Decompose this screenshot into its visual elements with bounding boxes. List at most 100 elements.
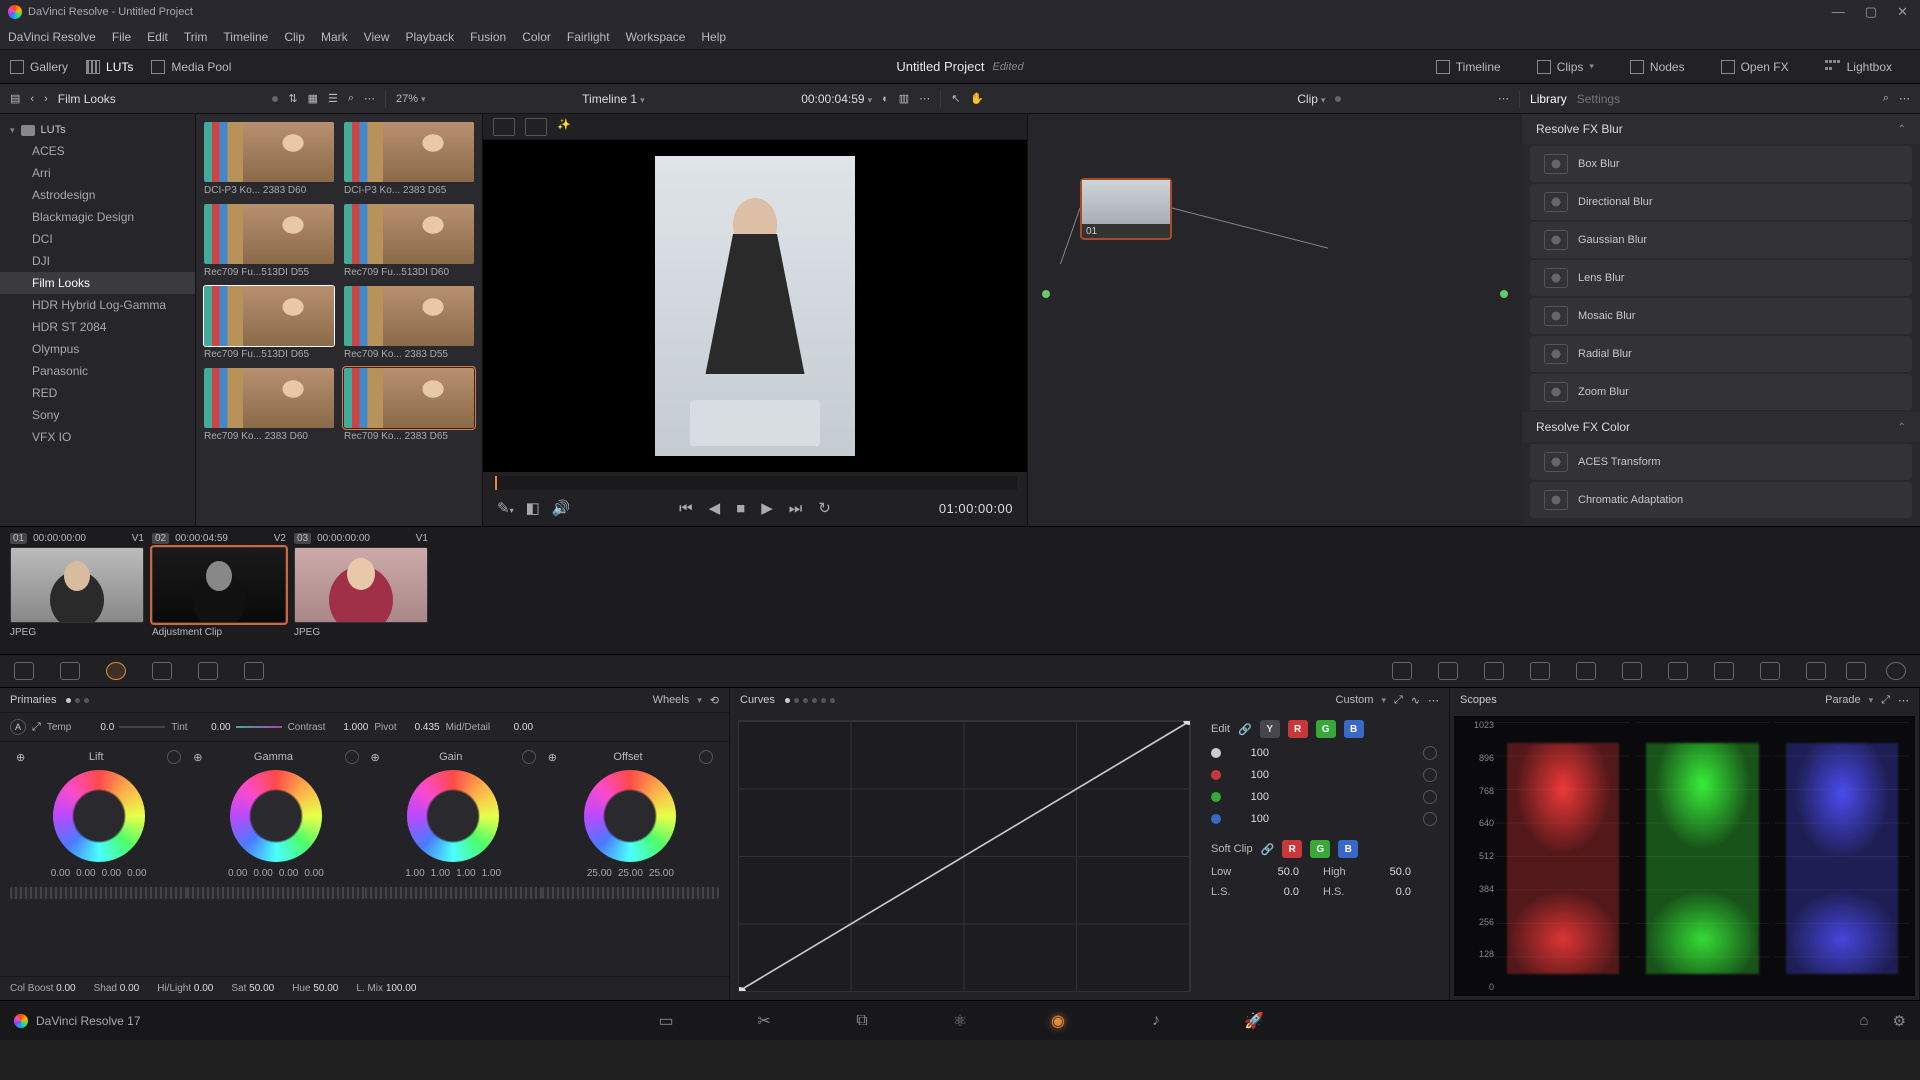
luts-folder-vfx-io[interactable]: VFX IO	[0, 426, 195, 448]
luts-root-folder[interactable]: LUTs	[0, 120, 195, 140]
stop-button[interactable]: ■	[736, 500, 745, 517]
palette-blur[interactable]	[1668, 662, 1688, 680]
global-hilight[interactable]: Hi/Light 0.00	[157, 983, 223, 994]
menu-clip[interactable]: Clip	[284, 30, 305, 44]
palette-qualifier[interactable]	[1484, 662, 1504, 680]
viewer-overlay-button-1[interactable]	[493, 118, 515, 136]
pointer-tool[interactable]: ↖	[951, 92, 960, 105]
grid-view-icon[interactable]: ▦	[308, 92, 318, 105]
project-settings-button[interactable]: ⚙	[1893, 1012, 1906, 1030]
node-options-icon[interactable]: ⋯	[1498, 92, 1509, 105]
wheel-reset-offset[interactable]	[699, 750, 713, 764]
palette-curves[interactable]	[1392, 662, 1412, 680]
menu-color[interactable]: Color	[522, 30, 551, 44]
global-lmix[interactable]: L. Mix 100.00	[356, 983, 426, 994]
page-color[interactable]: ◉	[1045, 1010, 1071, 1032]
palette-rgb-mixer[interactable]	[198, 662, 218, 680]
fx-radial-blur[interactable]: Radial Blur	[1530, 336, 1912, 372]
softclip-link-icon[interactable]: 🔗	[1261, 843, 1275, 856]
nav-back-button[interactable]: ‹	[30, 93, 34, 105]
global-shad[interactable]: Shad 0.00	[94, 983, 150, 994]
nav-fwd-button[interactable]: ›	[44, 93, 48, 105]
palette-motion[interactable]	[244, 662, 264, 680]
curves-expand-icon[interactable]: ⤢	[1394, 694, 1403, 707]
palette-color-match[interactable]	[60, 662, 80, 680]
curves-ch-g[interactable]: G	[1316, 720, 1336, 738]
openfx-button[interactable]: Open FX	[1721, 60, 1789, 74]
palette-scopes[interactable]	[1846, 662, 1866, 680]
softclip-r[interactable]: R	[1282, 840, 1302, 858]
loop-button[interactable]: ↻	[818, 499, 831, 517]
browser-options-icon[interactable]: ⋯	[364, 92, 375, 105]
pick-white-icon[interactable]: ⤢	[32, 721, 41, 734]
luts-folder-aces[interactable]: ACES	[0, 140, 195, 162]
wheel-jog-gamma[interactable]	[187, 887, 364, 899]
page-deliver[interactable]: 🚀	[1241, 1010, 1267, 1032]
luts-folder-blackmagic-design[interactable]: Blackmagic Design	[0, 206, 195, 228]
lut-thumb-2[interactable]: Rec709 Fu...513DI D55	[204, 204, 334, 278]
corrector-node-01[interactable]: 01	[1080, 178, 1172, 240]
fx-aces-transform[interactable]: ACES Transform	[1530, 444, 1912, 480]
menu-view[interactable]: View	[364, 30, 390, 44]
luts-button[interactable]: LUTs	[86, 60, 133, 74]
wheel-picker-lift[interactable]: ⊕	[16, 751, 25, 764]
menu-mark[interactable]: Mark	[321, 30, 348, 44]
nodes-button[interactable]: Nodes	[1630, 60, 1685, 74]
luts-folder-film-looks[interactable]: Film Looks	[0, 272, 195, 294]
lut-thumb-4[interactable]: Rec709 Fu...513DI D65	[204, 286, 334, 360]
fx-zoom-blur[interactable]: Zoom Blur	[1530, 374, 1912, 410]
palette-info[interactable]	[1886, 662, 1906, 680]
hand-tool[interactable]: ✋	[970, 92, 984, 105]
lightbox-button[interactable]: Lightbox	[1825, 60, 1892, 74]
viewer-overlay-button-2[interactable]	[525, 118, 547, 136]
luts-folder-panasonic[interactable]: Panasonic	[0, 360, 195, 382]
clip-03[interactable]: 0300:00:00:00V1JPEG	[294, 533, 428, 648]
page-fusion[interactable]: ⚛	[947, 1010, 973, 1032]
split-icon[interactable]: ▥	[899, 92, 909, 105]
page-fairlight[interactable]: ♪	[1143, 1010, 1169, 1032]
adj-pivot[interactable]: Pivot0.435	[374, 722, 439, 733]
maximize-button[interactable]: ▢	[1861, 4, 1881, 20]
luts-folder-hdr-hybrid-log-gamma[interactable]: HDR Hybrid Log-Gamma	[0, 294, 195, 316]
luts-folder-red[interactable]: RED	[0, 382, 195, 404]
luts-folder-dci[interactable]: DCI	[0, 228, 195, 250]
palette-warper[interactable]	[1438, 662, 1458, 680]
fx-category-color[interactable]: Resolve FX Color⌃	[1522, 412, 1920, 442]
page-cut[interactable]: ✂	[751, 1010, 777, 1032]
softclip-b[interactable]: B	[1338, 840, 1358, 858]
fx-mosaic-blur[interactable]: Mosaic Blur	[1530, 298, 1912, 334]
luts-folder-sony[interactable]: Sony	[0, 404, 195, 426]
palette-magic-mask[interactable]	[1622, 662, 1642, 680]
wheel-jog-offset[interactable]	[542, 887, 719, 899]
palette-primaries[interactable]	[106, 662, 126, 680]
fx-lens-blur[interactable]: Lens Blur	[1530, 260, 1912, 296]
settings-tab[interactable]: Settings	[1577, 92, 1620, 106]
scopes-mode[interactable]: Parade	[1825, 694, 1860, 706]
menu-timeline[interactable]: Timeline	[223, 30, 268, 44]
global-colboost[interactable]: Col Boost 0.00	[10, 983, 86, 994]
menu-edit[interactable]: Edit	[147, 30, 168, 44]
lut-thumb-3[interactable]: Rec709 Fu...513DI D60	[344, 204, 474, 278]
curves-mode[interactable]: Custom	[1336, 694, 1374, 706]
clip-02[interactable]: 0200:00:04:59V2Adjustment Clip	[152, 533, 286, 648]
timeline-selector[interactable]: Timeline 1▾	[582, 92, 644, 106]
lut-thumb-5[interactable]: Rec709 Ko... 2383 D55	[344, 286, 474, 360]
viewer-options-icon[interactable]: ⋯	[919, 92, 930, 105]
softclip-g[interactable]: G	[1310, 840, 1330, 858]
menu-fusion[interactable]: Fusion	[470, 30, 506, 44]
curves-link-icon[interactable]: 🔗	[1238, 723, 1252, 736]
lut-thumb-7[interactable]: Rec709 Ko... 2383 D65	[344, 368, 474, 442]
scopes-options-icon[interactable]: ⋯	[1898, 694, 1909, 707]
curves-ch-b[interactable]: B	[1344, 720, 1364, 738]
curves-r-reset[interactable]	[1423, 768, 1437, 782]
adj-contrast[interactable]: Contrast1.000	[288, 722, 369, 733]
wheel-jog-gain[interactable]	[365, 887, 542, 899]
node-output[interactable]	[1500, 290, 1508, 298]
wheel-reset-gamma[interactable]	[345, 750, 359, 764]
menu-fairlight[interactable]: Fairlight	[567, 30, 610, 44]
palette-window[interactable]	[1530, 662, 1550, 680]
wheel-picker-gain[interactable]: ⊕	[371, 751, 380, 764]
viewer-magic-button[interactable]: ✨	[557, 118, 579, 136]
node-clip-selector[interactable]: Clip▾	[1297, 92, 1325, 106]
primaries-mode[interactable]: Wheels	[653, 694, 690, 706]
